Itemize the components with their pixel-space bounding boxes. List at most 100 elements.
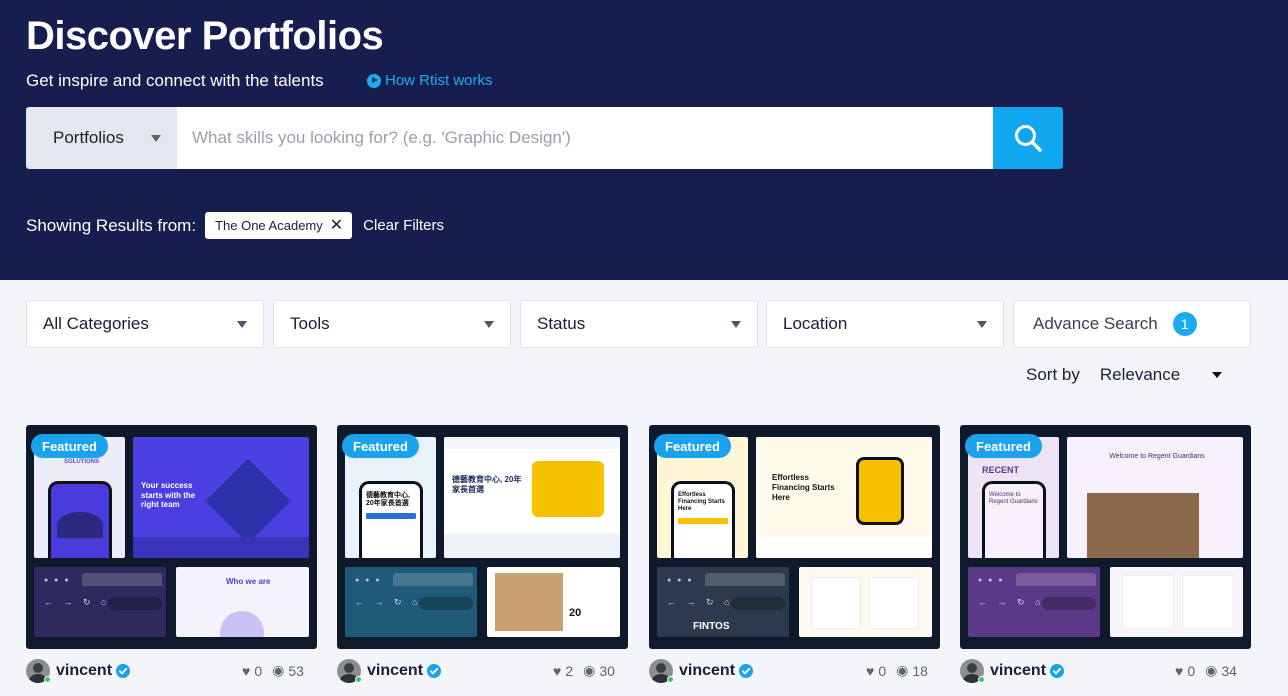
project-thumbnail[interactable]: Welcome to Regent Guardians — [1067, 437, 1243, 558]
views-count: 30 — [599, 662, 615, 679]
verified-icon — [116, 664, 131, 678]
browser-mockup: ● ● ● ← → ↻ ⌂ — [968, 567, 1100, 637]
verified-icon — [739, 664, 754, 678]
phone-mockup: Effortless Financing Starts Here — [671, 481, 735, 558]
likes-count: 0 — [878, 662, 887, 679]
chevron-down-icon — [484, 320, 494, 328]
eye-icon: ◉ — [583, 662, 596, 678]
online-status-dot — [978, 676, 985, 683]
project-thumbnail[interactable]: ● ● ● ← → ↻ ⌂ FINTOS — [657, 567, 789, 637]
photo-students — [1087, 493, 1199, 558]
views-stat: ◉ 18 — [896, 662, 928, 679]
how-it-works-link[interactable]: How Rtist works — [367, 72, 493, 89]
likes-stat[interactable]: ♥ 2 — [553, 663, 573, 679]
project-thumbnail[interactable]: Effortless Financing Starts Here — [756, 437, 932, 558]
search-input[interactable] — [177, 107, 993, 169]
project-thumbnail[interactable]: Your success starts with the right team — [133, 437, 309, 558]
featured-badge: Featured — [31, 434, 108, 458]
project-thumbnail[interactable]: Who we are — [176, 567, 309, 637]
likes-count: 0 — [254, 662, 263, 679]
card-author[interactable]: vincent — [337, 659, 442, 683]
card-stats: ♥ 0 ◉ 34 — [1175, 662, 1237, 679]
featured-badge: Featured — [342, 434, 419, 458]
featured-badge: Featured — [965, 434, 1042, 458]
search-button[interactable] — [993, 107, 1063, 169]
status-value: Status — [537, 314, 586, 333]
verified-icon — [1050, 664, 1065, 678]
verified-icon — [427, 664, 442, 678]
brand-text: RECENT — [982, 465, 1020, 475]
chevron-down-icon[interactable] — [1211, 372, 1222, 378]
project-thumbnail[interactable]: 德藝教育中心, 20年家長首選 — [444, 437, 620, 558]
author-name: vincent — [56, 662, 113, 679]
search-bar: Portfolios — [26, 107, 1063, 169]
likes-stat[interactable]: ♥ 0 — [866, 663, 886, 679]
portfolio-card[interactable]: Featured 德藝教育中心, 20年家長首選 德藝教育中心, 20年家長首選… — [337, 425, 628, 649]
categories-dropdown[interactable]: All Categories — [26, 300, 264, 348]
views-stat: ◉ 30 — [583, 662, 615, 679]
card-stats: ♥ 0 ◉ 18 — [866, 662, 928, 679]
close-icon[interactable]: ✕ — [330, 217, 343, 234]
views-count: 18 — [912, 662, 928, 679]
page-subtitle: Get inspire and connect with the talents — [26, 71, 324, 90]
card-stats: ♥ 0 ◉ 53 — [242, 662, 304, 679]
project-thumbnail[interactable]: ● ● ● ← → ↻ ⌂ — [968, 567, 1100, 637]
portfolio-card[interactable]: Featured Effortless Financing Starts Her… — [649, 425, 940, 649]
status-dropdown[interactable]: Status — [520, 300, 758, 348]
chevron-down-icon — [151, 134, 161, 142]
chevron-down-icon — [731, 320, 741, 328]
showing-results-label: Showing Results from: — [26, 215, 197, 235]
thumbnail-headline: Effortless Financing Starts Here — [772, 473, 835, 502]
eye-icon: ◉ — [896, 662, 909, 678]
browser-mockup: ● ● ● ← → ↻ ⌂ — [345, 567, 477, 637]
project-thumbnail[interactable] — [799, 567, 932, 637]
featured-badge: Featured — [654, 434, 731, 458]
tools-dropdown[interactable]: Tools — [273, 300, 511, 348]
active-filters: Showing Results from: The One Academy ✕ … — [26, 212, 444, 239]
decor-circle — [220, 611, 264, 637]
portfolio-card[interactable]: Featured SOLUTIONS Your success starts w… — [26, 425, 317, 649]
chevron-down-icon — [977, 320, 987, 328]
brand-text: SOLUTIONS — [64, 459, 100, 465]
advance-search-button[interactable]: Advance Search 1 — [1013, 300, 1251, 348]
sort-control: Sort by Relevance — [1026, 365, 1222, 385]
portfolio-card[interactable]: Featured RECENT Welcome to Regent Guardi… — [960, 425, 1251, 649]
location-value: Location — [783, 314, 848, 333]
section-heading: Who we are — [226, 577, 271, 586]
phone-text: Welcome to Regent Guardians — [989, 492, 1038, 506]
author-name: vincent — [990, 662, 1047, 679]
phone-mockup — [48, 481, 112, 558]
search-type-value: Portfolios — [53, 128, 124, 147]
likes-stat[interactable]: ♥ 0 — [242, 663, 262, 679]
sort-select[interactable]: Relevance — [1100, 365, 1212, 385]
views-stat: ◉ 53 — [272, 662, 304, 679]
filter-chip-label: The One Academy — [215, 218, 323, 233]
project-thumbnail[interactable]: ● ● ● ← → ↻ ⌂ — [345, 567, 477, 637]
hero-banner: Discover Portfolios Get inspire and conn… — [0, 0, 1288, 280]
how-it-works-label: How Rtist works — [385, 72, 493, 89]
search-type-select[interactable]: Portfolios — [26, 107, 177, 169]
card-author[interactable]: vincent — [26, 659, 131, 683]
project-thumbnail[interactable]: ● ● ● ← → ↻ ⌂ — [34, 567, 166, 637]
likes-stat[interactable]: ♥ 0 — [1175, 663, 1195, 679]
phone-mockup: Welcome to Regent Guardians — [982, 481, 1046, 558]
project-thumbnail[interactable] — [1110, 567, 1243, 637]
project-thumbnail[interactable]: 20 — [487, 567, 620, 637]
card-author[interactable]: vincent — [649, 659, 754, 683]
heart-icon: ♥ — [866, 662, 875, 679]
online-status-dot — [44, 676, 51, 683]
thumbnail-headline: 德藝教育中心, 20年家長首選 — [452, 475, 522, 495]
decor-shape — [205, 458, 291, 544]
views-stat: ◉ 34 — [1205, 662, 1237, 679]
chevron-down-icon — [237, 320, 247, 328]
views-count: 53 — [288, 662, 304, 679]
tools-value: Tools — [290, 314, 330, 333]
views-count: 34 — [1221, 662, 1237, 679]
location-dropdown[interactable]: Location — [766, 300, 1004, 348]
card-author[interactable]: vincent — [960, 659, 1065, 683]
clear-filters-link[interactable]: Clear Filters — [363, 217, 444, 234]
phone-mockup — [856, 457, 904, 525]
likes-count: 2 — [565, 662, 574, 679]
browser-mockup: ● ● ● ← → ↻ ⌂ — [34, 567, 166, 637]
heart-icon: ♥ — [1175, 662, 1184, 679]
